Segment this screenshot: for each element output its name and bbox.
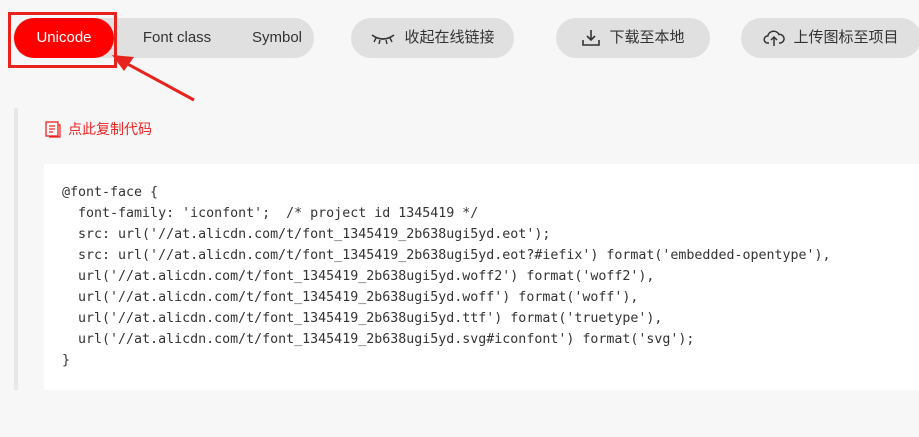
annotation-arrow xyxy=(112,55,195,102)
code-line: font-family: 'iconfont'; /* project id 1… xyxy=(62,206,479,221)
code-block: @font-face { font-family: 'iconfont'; /*… xyxy=(44,164,919,390)
code-line: } xyxy=(62,353,71,368)
upload-to-project-button[interactable]: 上传图标至项目 xyxy=(741,18,919,58)
upload-label: 上传图标至项目 xyxy=(793,29,899,46)
code-text: @font-face { font-family: 'iconfont'; /*… xyxy=(44,164,919,371)
annotation-highlight-box xyxy=(8,12,117,68)
download-icon xyxy=(582,30,601,46)
code-line: url('//at.alicdn.com/t/font_1345419_2b63… xyxy=(62,269,655,284)
code-line: src: url('//at.alicdn.com/t/font_1345419… xyxy=(62,248,831,263)
copy-code-label: 点此复制代码 xyxy=(68,121,152,137)
code-line: url('//at.alicdn.com/t/font_1345419_2b63… xyxy=(62,311,663,326)
collapse-online-link-button[interactable]: 收起在线链接 xyxy=(351,18,514,58)
closed-eye-icon xyxy=(372,34,395,45)
code-line: @font-face { xyxy=(62,185,159,200)
code-line: url('//at.alicdn.com/t/font_1345419_2b63… xyxy=(62,290,639,305)
copy-document-icon xyxy=(45,121,61,138)
collapse-label: 收起在线链接 xyxy=(404,29,495,46)
copy-code-link[interactable]: 点此复制代码 xyxy=(44,118,152,140)
cloud-upload-icon xyxy=(763,30,786,46)
download-local-button[interactable]: 下载至本地 xyxy=(556,18,710,58)
download-label: 下载至本地 xyxy=(609,29,685,46)
code-panel: 点此复制代码 @font-face { font-family: 'iconfo… xyxy=(14,108,919,390)
code-line: src: url('//at.alicdn.com/t/font_1345419… xyxy=(62,227,551,242)
code-line: url('//at.alicdn.com/t/font_1345419_2b63… xyxy=(62,332,695,347)
tab-symbol[interactable]: Symbol xyxy=(227,18,327,58)
